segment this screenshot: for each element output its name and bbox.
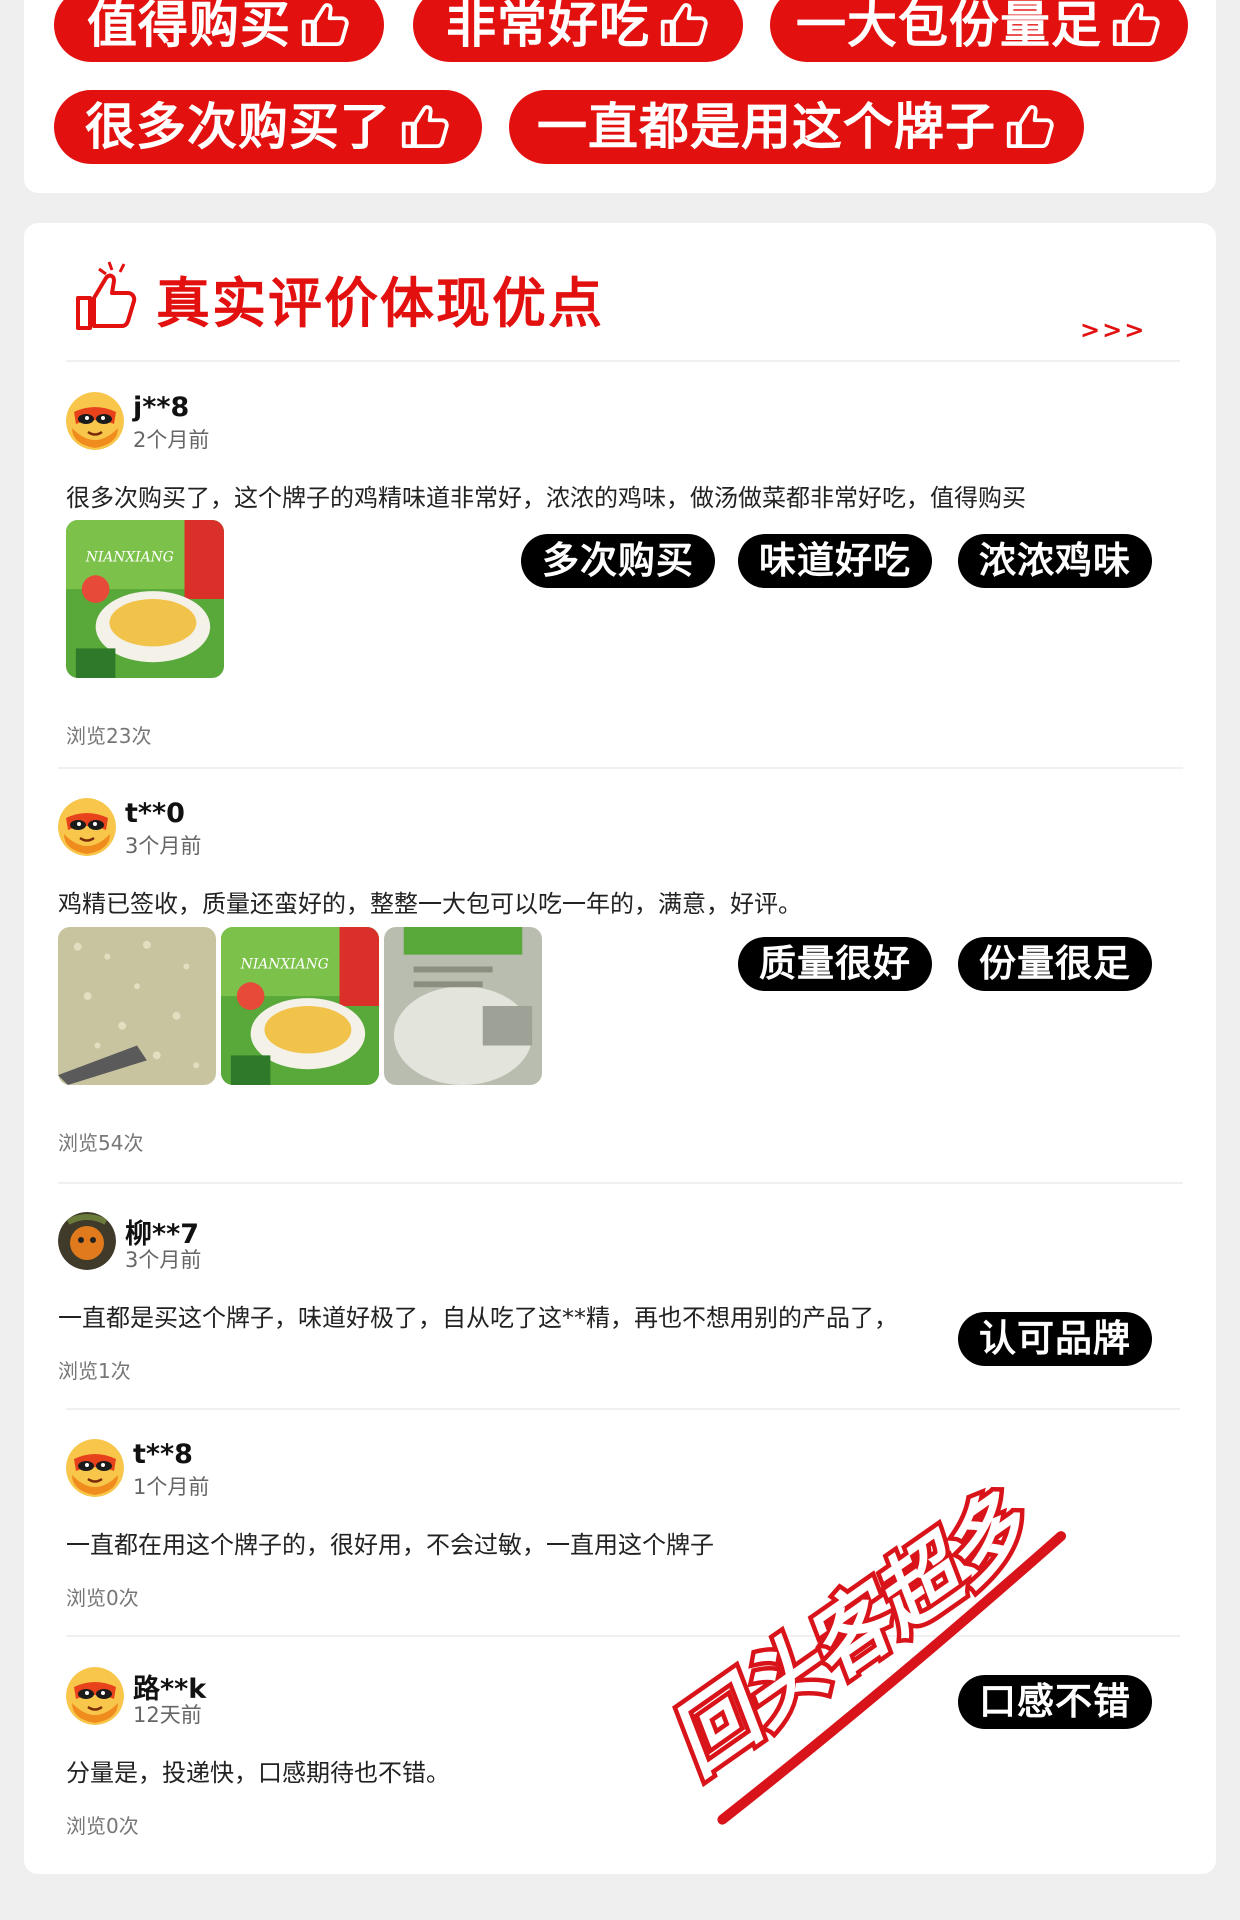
top-pill-5: 一直都是用这个牌子 — [509, 90, 1084, 164]
section-title: 真实评价体现优点 — [156, 271, 604, 335]
review-tag: 质量很好 — [738, 937, 932, 991]
review-tag: 多次购买 — [521, 534, 715, 588]
review-views: 浏览23次 — [66, 724, 152, 748]
thumbs-up-icon — [297, 0, 351, 52]
avatar — [66, 1667, 124, 1725]
top-pill-4: 很多次购买了 — [54, 90, 482, 164]
review-photo[interactable] — [221, 927, 379, 1085]
review-photo[interactable] — [66, 520, 224, 678]
review-username: t**8 — [133, 1439, 193, 1470]
top-pill-label: 一大包份量足 — [796, 0, 1102, 54]
divider — [66, 1408, 1180, 1410]
review-text: 一直都在用这个牌子的，很好用，不会过敏，一直用这个牌子 — [66, 1531, 714, 1559]
review-views: 浏览1次 — [58, 1359, 131, 1383]
review-time: 2个月前 — [133, 428, 210, 452]
review-time: 3个月前 — [125, 834, 202, 858]
divider — [58, 767, 1183, 769]
review-tag: 份量很足 — [958, 937, 1152, 991]
top-pill-2: 非常好吃 — [413, 0, 743, 62]
top-pill-label: 很多次购买了 — [85, 98, 391, 156]
avatar — [58, 798, 116, 856]
thumbs-up-icon — [397, 100, 451, 154]
more-link[interactable]: >>> — [1080, 316, 1146, 344]
review-username: j**8 — [133, 392, 190, 423]
top-pill-label: 一直都是用这个牌子 — [537, 98, 996, 156]
review-username: t**0 — [125, 798, 185, 829]
review-views: 浏览54次 — [58, 1131, 144, 1155]
review-photo[interactable] — [58, 927, 216, 1085]
review-photo[interactable] — [384, 927, 542, 1085]
divider — [66, 360, 1180, 362]
avatar — [66, 1439, 124, 1497]
review-text: 鸡精已签收，质量还蛮好的，整整一大包可以吃一年的，满意，好评。 — [58, 890, 802, 918]
section-header: 真实评价体现优点 — [72, 258, 604, 338]
top-pill-label: 值得购买 — [87, 0, 291, 54]
review-views: 浏览0次 — [66, 1586, 139, 1610]
divider — [58, 1182, 1183, 1184]
review-time: 1个月前 — [133, 1475, 210, 1499]
stamp-text: 回头客超多 — [654, 1475, 1049, 1792]
review-time: 3个月前 — [125, 1248, 202, 1272]
avatar — [58, 1212, 116, 1270]
repeat-customer-stamp: 回头客超多 — [650, 1471, 1067, 1825]
thumbs-up-icon — [1002, 100, 1056, 154]
review-tag: 认可品牌 — [958, 1312, 1152, 1366]
avatar — [66, 392, 124, 450]
review-views: 浏览0次 — [66, 1814, 139, 1838]
review-time: 12天前 — [133, 1703, 202, 1727]
thumbs-up-icon — [656, 0, 710, 52]
top-pill-3: 一大包份量足 — [770, 0, 1188, 62]
top-pill-label: 非常好吃 — [446, 0, 650, 54]
review-tag: 味道好吃 — [738, 534, 932, 588]
top-pill-1: 值得购买 — [54, 0, 384, 62]
review-tag: 浓浓鸡味 — [958, 534, 1152, 588]
thumbs-up-icon — [1108, 0, 1162, 52]
review-text: 分量是，投递快，口感期待也不错。 — [66, 1759, 450, 1787]
review-text: 一直都是买这个牌子，味道好极了，自从吃了这**精，再也不想用别的产品了， — [58, 1304, 898, 1332]
thumbs-up-outline-icon — [76, 261, 137, 330]
review-text: 很多次购买了，这个牌子的鸡精味道非常好，浓浓的鸡味，做汤做菜都非常好吃，值得购买 — [66, 484, 1026, 512]
